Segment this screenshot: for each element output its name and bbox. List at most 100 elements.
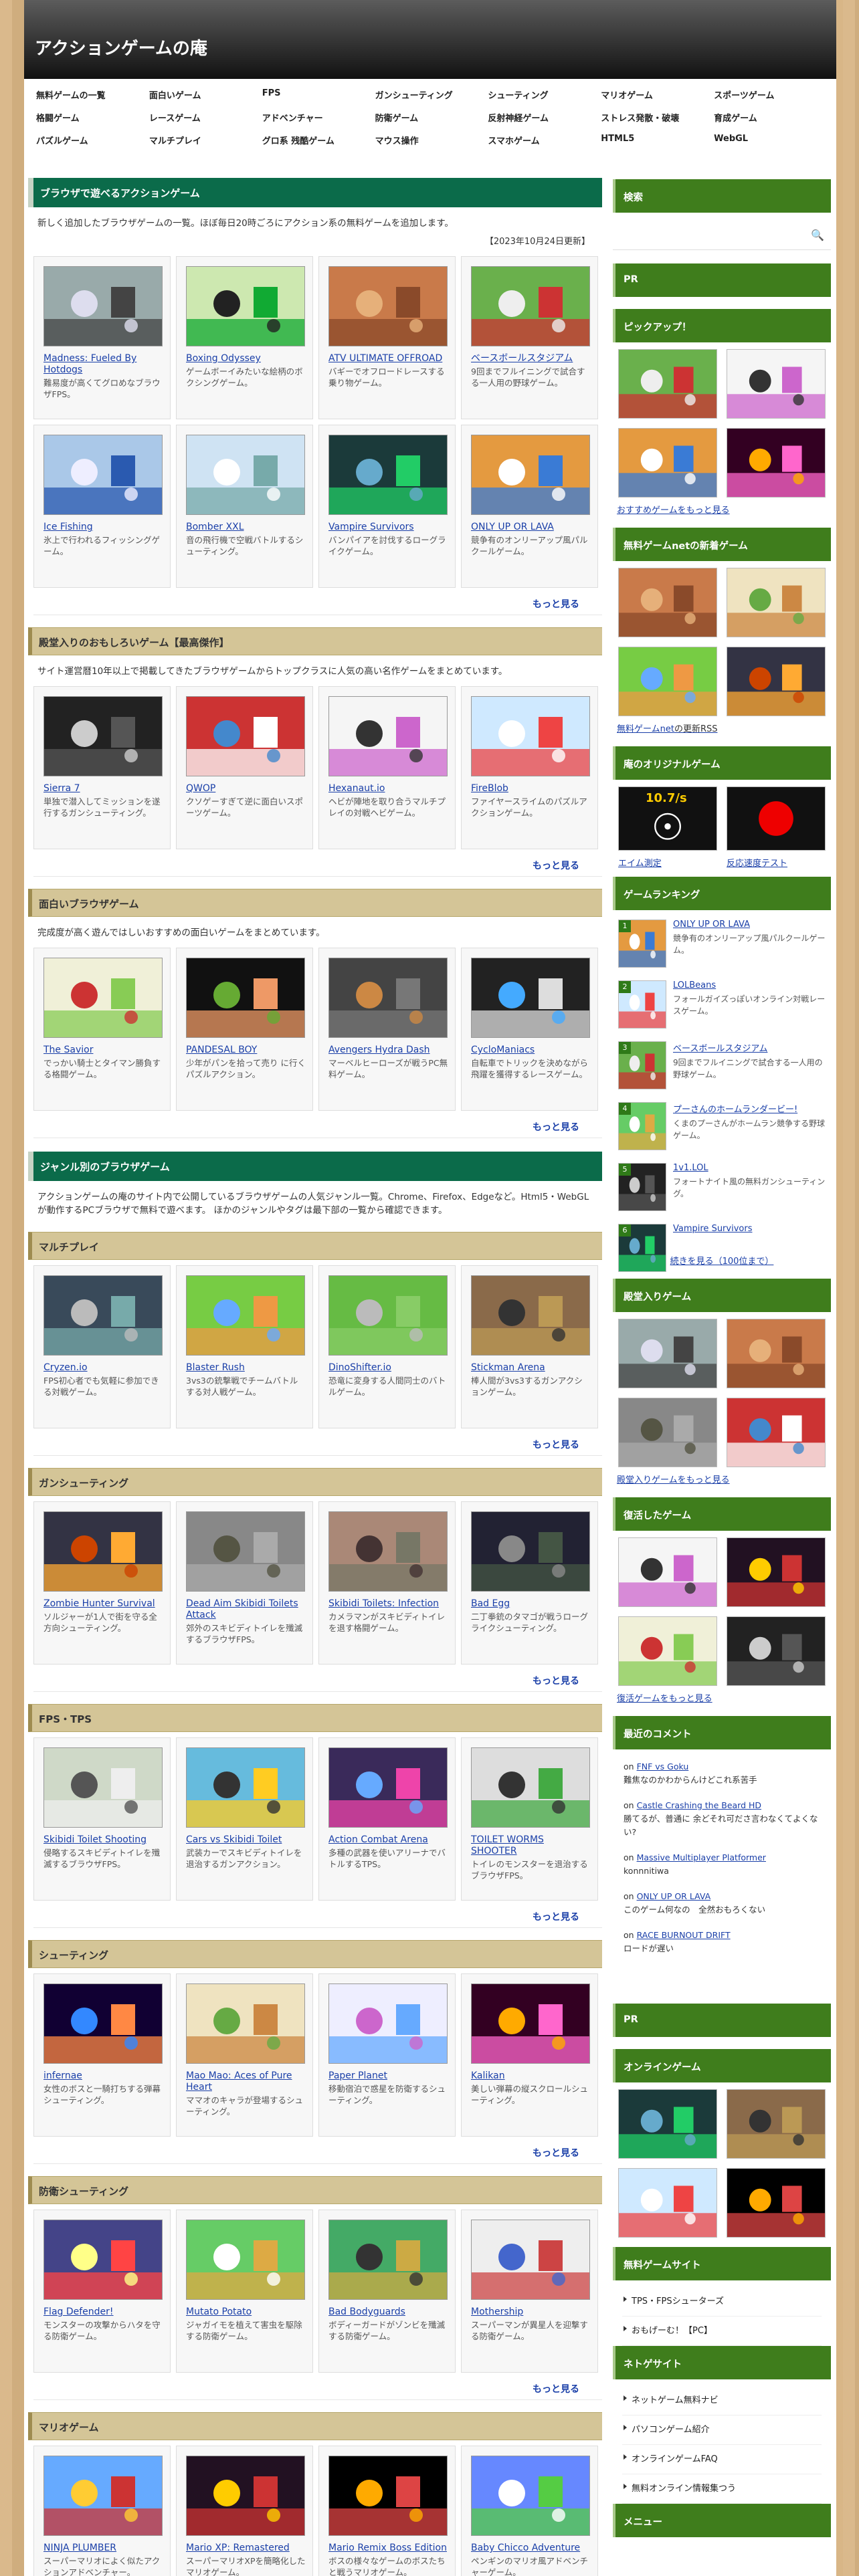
site-title[interactable]: アクションゲームの庵 [35,35,207,60]
sidebar-link[interactable]: おすすめゲームをもっと見る [613,498,831,528]
newgames-link[interactable]: 無料ゲームnet [617,724,674,734]
list-link[interactable]: オンラインゲームFAQ [622,2445,822,2474]
game-card[interactable]: Stickman Arena 棒人間が3vs3するガンアクションゲーム。 [461,1265,598,1428]
game-thumbnail[interactable] [471,1275,590,1356]
game-thumbnail[interactable] [471,435,590,515]
game-title-link[interactable]: Dead Aim Skibidi Toilets Attack [186,1598,306,1621]
ranking-item[interactable]: 5 1v1.LOL フォートナイト風の無料ガンシューティング。 [618,1163,826,1224]
game-card[interactable]: infernae 女性のボスと一騎打ちする弾幕シューティング。 [33,1973,171,2137]
nav-item[interactable]: 防衛ゲーム [375,111,486,124]
nav-item[interactable]: 面白いゲーム [149,88,260,102]
game-card[interactable]: Mao Mao: Aces of Pure Heart ママオのキャラが登場するシ… [176,1973,313,2137]
game-title-link[interactable]: Boxing Odyssey [186,353,306,364]
game-card[interactable]: Action Combat Arena 多種の武器を使いアリーナでバトルするTPS… [318,1737,456,1901]
game-card[interactable]: Baby Chicco Adventure ペンギンのマリオ風アドベンチャーゲーム… [461,2446,598,2576]
more-link[interactable]: もっと見る [33,2373,602,2400]
game-title-link[interactable]: DinoShifter.io [328,1362,448,1374]
game-card[interactable]: Kalikan 美しい弾幕の縦スクロールシューティング。 [461,1973,598,2137]
game-thumbnail[interactable] [328,1747,448,1828]
game-thumbnail[interactable] [43,1983,163,2064]
game-card[interactable]: Bomber XXL 音の飛行機で空戦バトルするシューティング。 [176,425,313,588]
rank-title-link[interactable]: ベースボールスタジアム [673,1041,826,1054]
game-title-link[interactable]: QWOP [186,783,306,794]
game-title-link[interactable]: Stickman Arena [471,1362,591,1374]
game-card[interactable]: TOILET WORMS SHOOTER トイレのモンスターを退治するブラウザFP… [461,1737,598,1901]
game-thumbnail[interactable] [43,696,163,776]
game-thumbnail[interactable] [43,1275,163,1356]
game-title-link[interactable]: NINJA PLUMBER [43,2543,163,2554]
game-thumbnail[interactable] [43,266,163,346]
game-thumbnail[interactable] [618,1537,717,1607]
rank-title-link[interactable]: プーさんのホームランダービー! [673,1102,826,1115]
game-thumbnail[interactable] [43,1747,163,1828]
game-card[interactable]: Paper Planet 移動宿泊で惑星を防衛するシューティング。 [318,1973,456,2137]
game-thumbnail[interactable] [186,1511,305,1592]
game-thumbnail[interactable] [328,435,448,515]
game-card[interactable]: Avengers Hydra Dash マーベルヒーローズが戦うPC無料ゲーム。 [318,948,456,1111]
nav-item[interactable]: FPS [262,88,373,102]
game-card[interactable]: Blaster Rush 3vs3の銃撃戦でチームバトルする対人戦ゲーム。 [176,1265,313,1428]
game-thumbnail[interactable]: 10.7/s [618,786,717,851]
game-thumbnail[interactable] [471,266,590,346]
game-title-link[interactable]: ベースボールスタジアム [471,353,591,364]
game-thumbnail[interactable] [727,786,826,851]
game-title-link[interactable]: Bad Egg [471,1598,591,1610]
game-thumbnail[interactable] [43,435,163,515]
game-title-link[interactable]: Mario XP: Remastered [186,2543,306,2554]
rank-title-link[interactable]: ONLY UP OR LAVA [673,920,826,930]
game-thumbnail[interactable] [186,1983,305,2064]
game-card[interactable]: ONLY UP OR LAVA 競争有のオンリーアップ風パルクールゲーム。 [461,425,598,588]
game-thumbnail[interactable] [727,1616,826,1686]
nav-item[interactable]: ガンシューティング [375,88,486,102]
game-title-link[interactable]: Madness: Fueled By Hotdogs [43,353,163,376]
sidebar-link[interactable]: 復活ゲームをもっと見る [613,1686,831,1716]
sidebar-link[interactable]: 殿堂入りゲームをもっと見る [613,1467,831,1497]
nav-item[interactable]: シューティング [488,88,598,102]
game-title-link[interactable]: Bad Bodyguards [328,2306,448,2318]
game-thumbnail[interactable] [328,1511,448,1592]
game-card[interactable]: Bad Egg 二丁拳銃のタマゴが戦うローグライクシューティング。 [461,1501,598,1665]
game-title-link[interactable]: Sierra 7 [43,783,163,794]
nav-item[interactable]: 無料ゲームの一覧 [36,88,147,102]
nav-item[interactable]: グロ系 残酷ゲーム [262,134,373,147]
more-link[interactable]: もっと見る [33,1665,602,1692]
game-thumbnail[interactable] [618,428,717,498]
game-card[interactable]: CycloManiacs 自転車でトリックを決めながら飛躍を獲得するレースゲーム。 [461,948,598,1111]
game-thumbnail[interactable] [727,1398,826,1467]
nav-item[interactable]: マウス操作 [375,134,486,147]
game-thumbnail[interactable] [727,1537,826,1607]
game-thumbnail[interactable] [43,1511,163,1592]
game-card[interactable]: PANDESAL BOY 少年がパンを拾って売り に行くパズルアクション。 [176,948,313,1111]
more-link[interactable]: もっと見る [33,849,602,877]
nav-item[interactable]: スマホゲーム [488,134,598,147]
list-link[interactable]: パソコンゲーム紹介 [622,2416,822,2445]
game-card[interactable]: FireBlob ファイヤースライムのパズルアクションゲーム。 [461,686,598,849]
game-card[interactable]: ATV ULTIMATE OFFROAD バギーでオフロードレースする乗り物ゲーム… [318,256,456,419]
game-title-link[interactable]: Skibidi Toilets: Infection [328,1598,448,1610]
game-title-link[interactable]: Paper Planet [328,2070,448,2082]
game-card[interactable]: Sierra 7 単独で潜入してミッションを遂行するガンシューティング。 [33,686,171,849]
game-title-link[interactable]: The Savior [43,1045,163,1056]
game-title-link[interactable]: Flag Defender! [43,2306,163,2318]
nav-item[interactable]: レースゲーム [149,111,260,124]
game-title-link[interactable]: Mutato Potato [186,2306,306,2318]
game-thumbnail[interactable] [186,2456,305,2536]
game-thumbnail[interactable] [186,266,305,346]
comment-game-link[interactable]: ONLY UP OR LAVA [637,1891,711,1901]
game-title-link[interactable]: Cryzen.io [43,1362,163,1374]
game-thumbnail[interactable] [328,1983,448,2064]
game-title-link[interactable]: TOILET WORMS SHOOTER [471,1834,591,1857]
game-card[interactable]: Ice Fishing 氷上で行われるフィッシングゲーム。 [33,425,171,588]
game-card[interactable]: Flag Defender! モンスターの攻撃からハタを守る防衛ゲーム。 [33,2210,171,2373]
nav-item[interactable]: パズルゲーム [36,134,147,147]
game-thumbnail[interactable]: 6 [618,1224,666,1272]
game-card[interactable]: Mothership スーパーマンが異星人を迎撃する防衛ゲーム。 [461,2210,598,2373]
more-link[interactable]: もっと見る [33,1428,602,1456]
game-thumbnail[interactable] [727,2168,826,2238]
game-card[interactable]: Skibidi Toilets: Infection カメラマンがスキビディトイレ… [318,1501,456,1665]
game-card[interactable]: Madness: Fueled By Hotdogs 難易度が高くてグロめなブラウ… [33,256,171,419]
ranking-item[interactable]: 2 LOLBeans フォールガイズっぽいオンライン対戦レースゲーム。 [618,980,826,1041]
game-thumbnail[interactable] [618,568,717,637]
game-title-link[interactable]: Baby Chicco Adventure [471,2543,591,2554]
game-card[interactable]: Dead Aim Skibidi Toilets Attack 郊外のスキビディト… [176,1501,313,1665]
